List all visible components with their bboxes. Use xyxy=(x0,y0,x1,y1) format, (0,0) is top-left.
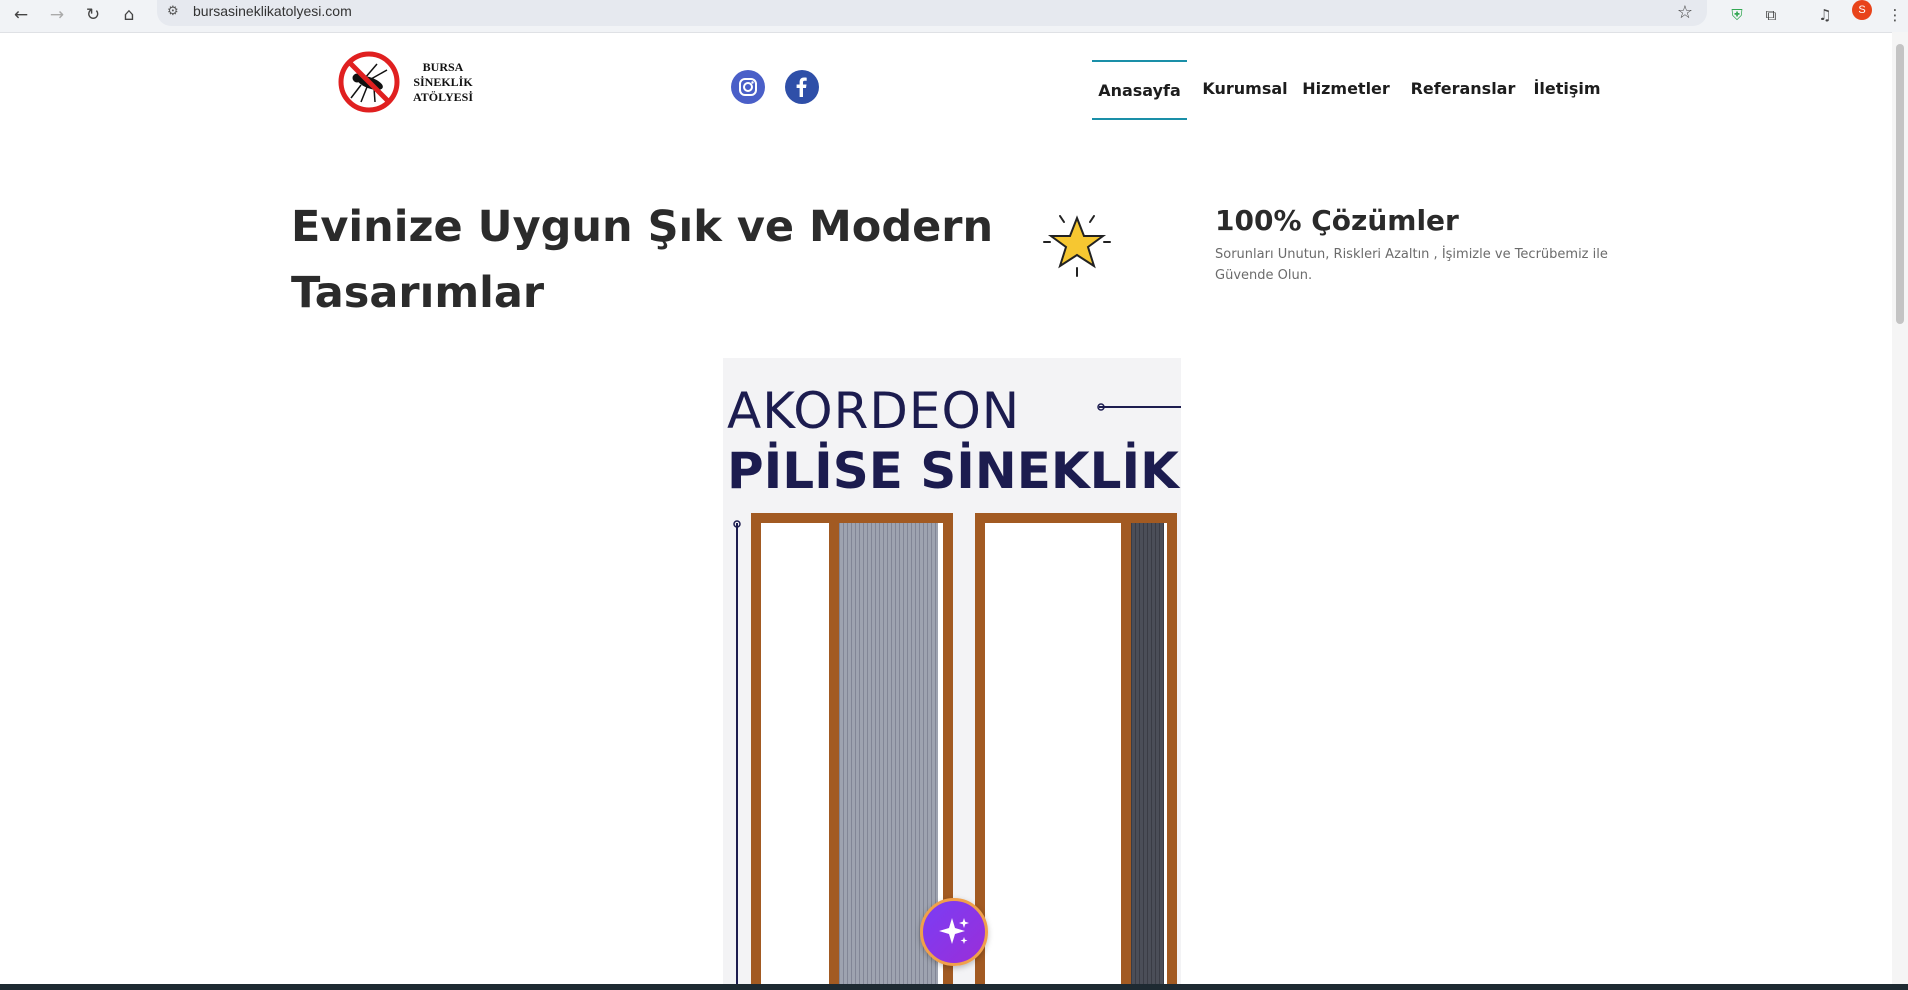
star-icon xyxy=(1043,215,1111,277)
logo-text: BURSA SİNEKLİK ATÖLYESİ xyxy=(413,60,473,105)
vertical-scrollbar[interactable] xyxy=(1892,32,1908,990)
browser-toolbar: ← → ↻ ⌂ ⚙ bursasineklikatolyesi.com ☆ ⛨ … xyxy=(0,0,1908,33)
extensions-icon[interactable]: ⧉ xyxy=(1758,2,1784,28)
bookmark-star-icon[interactable]: ☆ xyxy=(1677,2,1693,23)
ai-assistant-button[interactable] xyxy=(920,898,988,966)
shield-extension-icon[interactable]: ⛨ xyxy=(1724,2,1750,28)
back-icon[interactable]: ← xyxy=(8,2,34,28)
url-text[interactable]: bursasineklikatolyesi.com xyxy=(193,3,352,19)
no-mosquito-icon xyxy=(338,51,400,113)
hero-heading-line-1: Evinize Uygun Şık ve Modern xyxy=(291,202,994,252)
feature-description: Sorunları Unutun, Riskleri Azaltın , İşi… xyxy=(1215,247,1608,283)
product-image: AKORDEON PİLİSE SİNEKLİK xyxy=(723,358,1181,990)
nav-kurumsal[interactable]: Kurumsal xyxy=(1200,60,1290,116)
menu-kebab-icon[interactable]: ⋮ xyxy=(1882,2,1908,28)
logo-line-1: BURSA xyxy=(422,59,464,74)
nav-anasayfa[interactable]: Anasayfa xyxy=(1092,60,1187,120)
media-control-icon[interactable]: ♫ xyxy=(1812,2,1838,28)
forward-icon[interactable]: → xyxy=(44,2,70,28)
nav-referanslar[interactable]: Referanslar xyxy=(1408,60,1518,116)
logo-line-2: SİNEKLİK xyxy=(413,74,473,89)
pleated-screen-illustration xyxy=(733,403,1181,990)
hero-heading: Evinize Uygun Şık ve Modern Tasarımlar xyxy=(291,194,1011,326)
scrollbar-thumb[interactable] xyxy=(1896,44,1904,324)
feature-title: 100% Çözümler xyxy=(1215,204,1459,237)
instagram-icon[interactable] xyxy=(731,70,765,104)
sparkle-icon xyxy=(939,918,969,944)
site-info-icon[interactable]: ⚙ xyxy=(167,4,179,19)
facebook-icon[interactable] xyxy=(785,70,819,104)
reload-icon[interactable]: ↻ xyxy=(80,2,106,28)
site-logo[interactable]: BURSA SİNEKLİK ATÖLYESİ xyxy=(337,48,477,116)
profile-avatar[interactable]: S xyxy=(1852,0,1872,20)
nav-iletisim[interactable]: İletişim xyxy=(1530,60,1604,116)
bottom-bar xyxy=(0,984,1908,990)
address-bar[interactable]: ⚙ bursasineklikatolyesi.com ☆ xyxy=(157,0,1707,26)
nav-hizmetler[interactable]: Hizmetler xyxy=(1300,60,1392,116)
logo-line-3: ATÖLYESİ xyxy=(413,89,474,104)
hero-heading-line-2: Tasarımlar xyxy=(291,268,545,318)
home-icon[interactable]: ⌂ xyxy=(116,2,142,28)
